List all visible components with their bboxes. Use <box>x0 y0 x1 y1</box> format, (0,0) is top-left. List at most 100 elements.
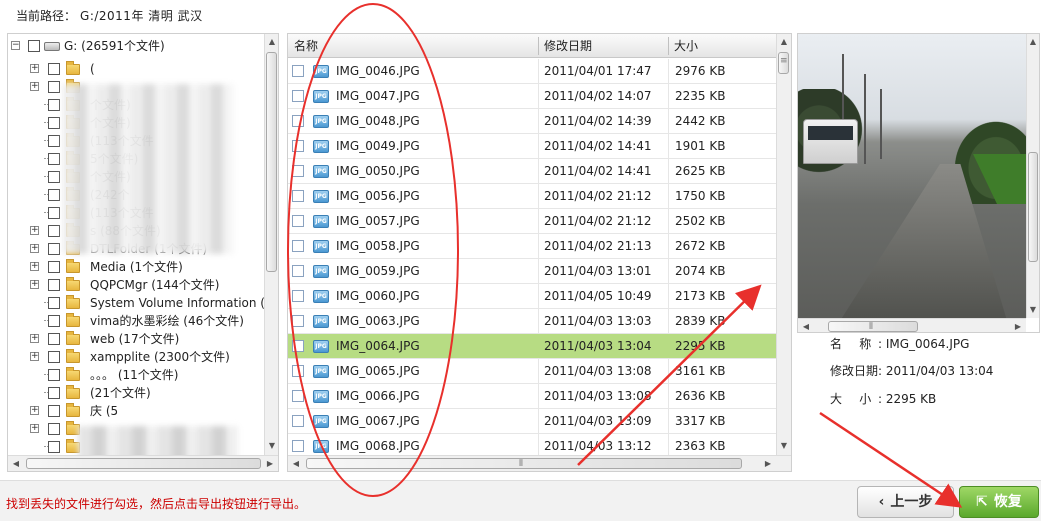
file-row[interactable]: JPG IMG_0060.JPG 2011/04/05 10:49 2173 KB <box>288 284 776 309</box>
expand-icon[interactable]: + <box>30 406 39 415</box>
file-checkbox[interactable] <box>292 290 304 302</box>
file-checkbox[interactable] <box>292 440 304 452</box>
file-row[interactable]: JPG IMG_0058.JPG 2011/04/02 21:13 2672 KB <box>288 234 776 259</box>
expand-icon[interactable]: + <box>30 334 39 343</box>
file-checkbox[interactable] <box>292 115 304 127</box>
file-row[interactable]: JPG IMG_0049.JPG 2011/04/02 14:41 1901 KB <box>288 134 776 159</box>
column-header-size[interactable]: 大小 <box>668 34 776 58</box>
tree-item[interactable]: + web (17个文件) <box>8 330 265 348</box>
file-checkbox[interactable] <box>292 265 304 277</box>
scroll-left-icon[interactable]: ◀ <box>798 319 814 332</box>
scroll-right-icon[interactable]: ▶ <box>262 456 278 471</box>
expand-icon[interactable]: + <box>30 64 39 73</box>
scroll-thumb[interactable] <box>26 458 261 469</box>
file-checkbox[interactable] <box>292 340 304 352</box>
tree-checkbox[interactable] <box>48 207 60 219</box>
tree-item[interactable]: 。。。 (11个文件) <box>8 366 265 384</box>
file-row[interactable]: JPG IMG_0057.JPG 2011/04/02 21:12 2502 KB <box>288 209 776 234</box>
file-row[interactable]: JPG IMG_0048.JPG 2011/04/02 14:39 2442 KB <box>288 109 776 134</box>
scroll-left-icon[interactable]: ◀ <box>8 456 24 471</box>
tree-checkbox[interactable] <box>48 297 60 309</box>
expand-icon[interactable]: + <box>30 226 39 235</box>
expand-icon[interactable]: + <box>30 262 39 271</box>
tree-item[interactable]: (21个文件) <box>8 384 265 402</box>
tree-checkbox[interactable] <box>48 405 60 417</box>
collapse-icon[interactable]: − <box>11 41 20 50</box>
scroll-up-icon[interactable]: ▲ <box>776 34 791 50</box>
expand-icon[interactable]: + <box>30 82 39 91</box>
file-row[interactable]: JPG IMG_0050.JPG 2011/04/02 14:41 2625 KB <box>288 159 776 184</box>
tree-checkbox[interactable] <box>48 63 60 75</box>
tree-checkbox[interactable] <box>48 279 60 291</box>
tree-checkbox[interactable] <box>48 261 60 273</box>
file-checkbox[interactable] <box>292 90 304 102</box>
tree-checkbox[interactable] <box>48 369 60 381</box>
file-row[interactable]: JPG IMG_0065.JPG 2011/04/03 13:08 3161 KB <box>288 359 776 384</box>
expand-icon[interactable]: + <box>30 244 39 253</box>
file-row[interactable]: JPG IMG_0066.JPG 2011/04/03 13:08 2636 KB <box>288 384 776 409</box>
tree-item[interactable]: +( <box>8 60 265 78</box>
file-row[interactable]: JPG IMG_0063.JPG 2011/04/03 13:03 2839 KB <box>288 309 776 334</box>
scroll-up-icon[interactable]: ▲ <box>1025 34 1039 50</box>
list-vertical-scrollbar[interactable]: ▲ ≡ ▼ <box>776 34 791 455</box>
tree-checkbox[interactable] <box>48 333 60 345</box>
file-row[interactable]: JPG IMG_0067.JPG 2011/04/03 13:09 3317 KB <box>288 409 776 434</box>
tree-item[interactable]: + xampplite (2300个文件) <box>8 348 265 366</box>
tree-checkbox[interactable] <box>48 81 60 93</box>
expand-icon[interactable]: + <box>30 280 39 289</box>
scroll-thumb[interactable]: ⦀ <box>306 458 742 469</box>
tree-checkbox[interactable] <box>48 315 60 327</box>
column-header-date[interactable]: 修改日期 <box>538 34 668 58</box>
tree-checkbox[interactable] <box>48 423 60 435</box>
scroll-left-icon[interactable]: ◀ <box>288 456 304 471</box>
file-row[interactable]: JPG IMG_0064.JPG 2011/04/03 13:04 2295 KB <box>288 334 776 359</box>
tree-item[interactable]: + Media (1个文件) <box>8 258 265 276</box>
tree-checkbox[interactable] <box>28 40 40 52</box>
file-row[interactable]: JPG IMG_0046.JPG 2011/04/01 17:47 2976 KB <box>288 59 776 84</box>
file-checkbox[interactable] <box>292 140 304 152</box>
file-checkbox[interactable] <box>292 365 304 377</box>
tree-checkbox[interactable] <box>48 135 60 147</box>
scroll-thumb[interactable]: ≡ <box>778 52 789 74</box>
tree-checkbox[interactable] <box>48 99 60 111</box>
tree-item[interactable]: System Volume Information (1 <box>8 294 265 312</box>
list-horizontal-scrollbar[interactable]: ◀ ⦀ ▶ <box>288 455 791 471</box>
scroll-thumb[interactable] <box>266 52 277 272</box>
expand-icon[interactable]: + <box>30 352 39 361</box>
tree-item[interactable]: + QQPCMgr (144个文件) <box>8 276 265 294</box>
file-checkbox[interactable] <box>292 215 304 227</box>
file-checkbox[interactable] <box>292 315 304 327</box>
preview-vertical-scrollbar[interactable]: ▲ ▼ <box>1025 34 1039 318</box>
file-checkbox[interactable] <box>292 240 304 252</box>
tree-checkbox[interactable] <box>48 351 60 363</box>
scroll-down-icon[interactable]: ▼ <box>264 438 278 454</box>
tree-checkbox[interactable] <box>48 387 60 399</box>
scroll-thumb[interactable]: ⦀ <box>828 321 918 332</box>
preview-horizontal-scrollbar[interactable]: ◀ ⦀ ▶ <box>798 318 1026 332</box>
file-row[interactable]: JPG IMG_0056.JPG 2011/04/02 21:12 1750 KB <box>288 184 776 209</box>
file-checkbox[interactable] <box>292 415 304 427</box>
tree-checkbox[interactable] <box>48 189 60 201</box>
tree-root-drive[interactable]: − G: (26591个文件) <box>8 37 265 55</box>
file-row[interactable]: JPG IMG_0059.JPG 2011/04/03 13:01 2074 KB <box>288 259 776 284</box>
scroll-right-icon[interactable]: ▶ <box>1010 319 1026 332</box>
previous-step-button[interactable]: ‹ 上一步 <box>857 486 954 518</box>
tree-checkbox[interactable] <box>48 243 60 255</box>
tree-vertical-scrollbar[interactable]: ▲ ▼ <box>264 34 278 455</box>
tree-horizontal-scrollbar[interactable]: ◀ ▶ <box>8 455 278 471</box>
scroll-down-icon[interactable]: ▼ <box>1025 302 1039 318</box>
scroll-down-icon[interactable]: ▼ <box>776 438 791 454</box>
restore-button[interactable]: ⇱ 恢复 <box>959 486 1039 518</box>
tree-checkbox[interactable] <box>48 225 60 237</box>
scroll-right-icon[interactable]: ▶ <box>760 456 776 471</box>
file-checkbox[interactable] <box>292 190 304 202</box>
tree-checkbox[interactable] <box>48 171 60 183</box>
tree-checkbox[interactable] <box>48 441 60 453</box>
file-row[interactable]: JPG IMG_0047.JPG 2011/04/02 14:07 2235 KB <box>288 84 776 109</box>
expand-icon[interactable]: + <box>30 424 39 433</box>
file-checkbox[interactable] <box>292 390 304 402</box>
scroll-up-icon[interactable]: ▲ <box>264 34 278 50</box>
tree-checkbox[interactable] <box>48 117 60 129</box>
tree-item[interactable]: vima的水墨彩绘 (46个文件) <box>8 312 265 330</box>
tree-item[interactable]: + 庆 (5 <box>8 402 265 420</box>
